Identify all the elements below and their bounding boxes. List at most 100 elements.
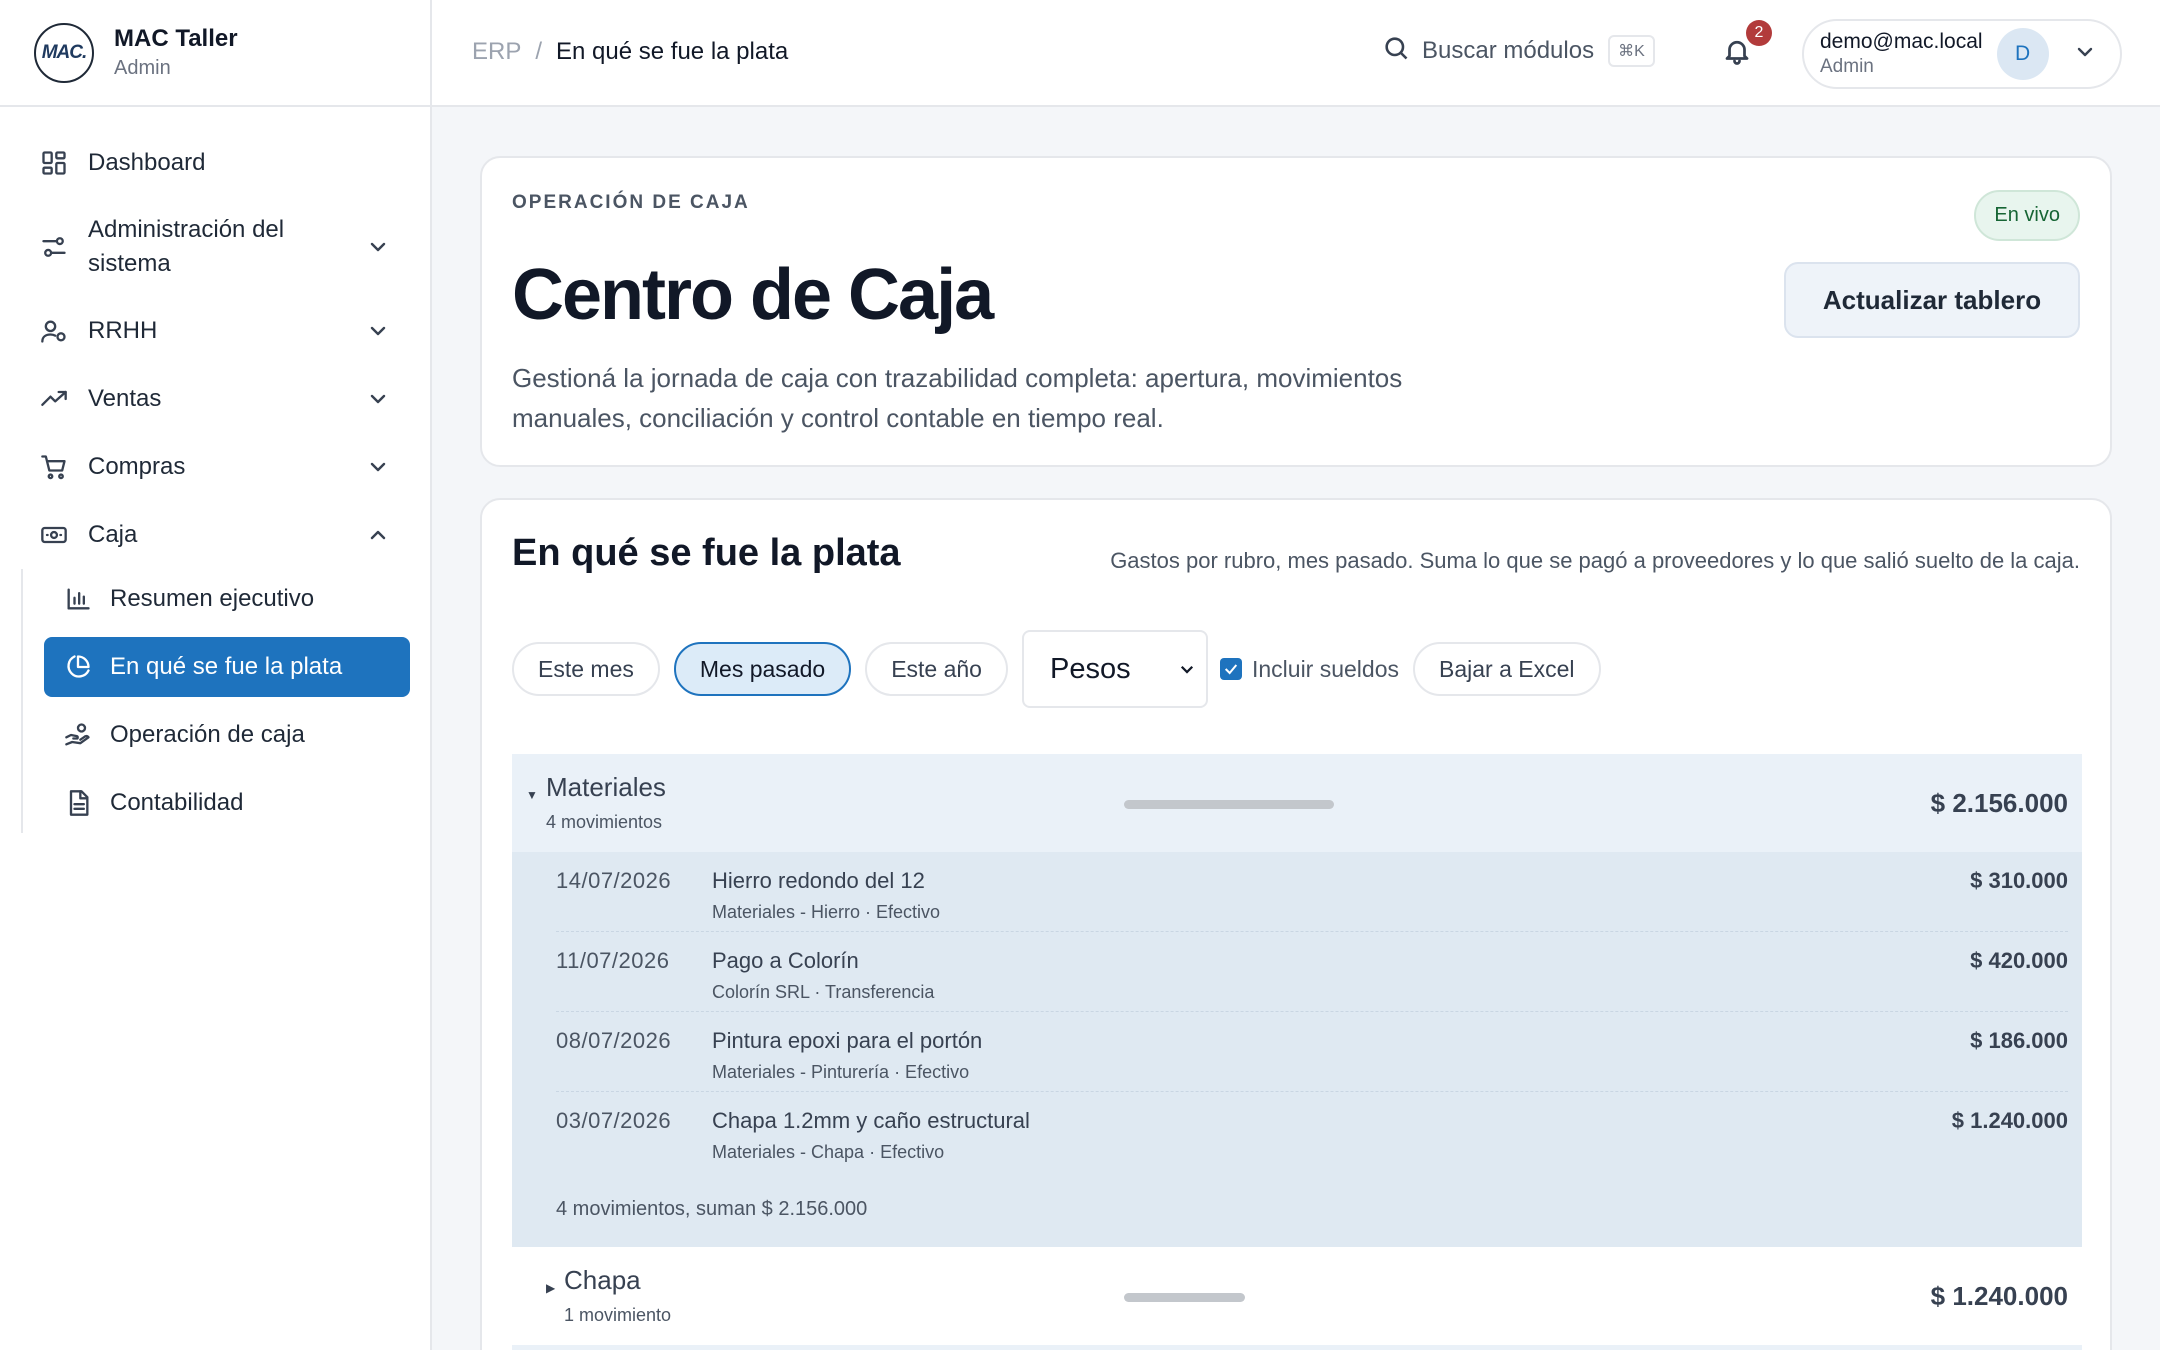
chevron-down-icon xyxy=(366,319,390,343)
user-role: Admin xyxy=(1820,56,1874,77)
sidebar-item-resumen-ejecutivo[interactable]: Resumen ejecutivo xyxy=(44,569,410,629)
movement-row[interactable]: 14/07/2026 Hierro redondo del 12 Materia… xyxy=(556,852,2068,932)
section-title: En qué se fue la plata xyxy=(512,532,901,574)
sidebar-item-compras[interactable]: Compras xyxy=(0,433,430,501)
sidebar-item-label: Operación de caja xyxy=(110,721,305,748)
filters-bar: Este mes Mes pasado Este año Pesos Inclu… xyxy=(512,630,1615,708)
sidebar: MAC. MAC Taller Admin Dashboard Administ… xyxy=(0,0,432,1350)
category-header[interactable]: ▶ Chapa 1 movimiento $ 1.240.000 xyxy=(512,1247,2082,1345)
category-total: $ 1.240.000 xyxy=(1930,1281,2068,1311)
filter-mes-pasado[interactable]: Mes pasado xyxy=(673,642,852,696)
sidebar-item-label: Dashboard xyxy=(88,149,206,176)
movement-description: Chapa 1.2mm y caño estructural xyxy=(712,1108,1030,1133)
breadcrumb-separator: / xyxy=(535,38,543,65)
dashboard-icon xyxy=(40,149,68,177)
movement-amount: $ 186.000 xyxy=(1970,1028,2068,1053)
movement-meta: Materiales - Chapa · Efectivo xyxy=(712,1142,945,1162)
brand-role: Admin xyxy=(114,57,171,79)
chevron-down-icon xyxy=(366,235,390,259)
brand: MAC. MAC Taller Admin xyxy=(0,0,430,107)
hero-card: OPERACIÓN DE CAJA En vivo Centro de Caja… xyxy=(480,156,2112,467)
chevron-down-icon xyxy=(366,455,390,479)
user-email: demo@mac.local xyxy=(1820,30,1983,53)
breadcrumb-root[interactable]: ERP xyxy=(472,38,521,66)
spending-card: En qué se fue la plata Gastos por rubro,… xyxy=(480,498,2112,1350)
filter-este-ano[interactable]: Este año xyxy=(865,642,1008,696)
sidebar-item-en-que-se-fue-la-plata[interactable]: En qué se fue la plata xyxy=(44,637,410,697)
movement-row[interactable]: 03/07/2026 Chapa 1.2mm y caño estructura… xyxy=(556,1092,2068,1172)
cart-icon xyxy=(40,453,68,481)
category-total: $ 2.156.000 xyxy=(1930,788,2068,818)
movement-meta: Materiales - Pinturería · Efectivo xyxy=(712,1062,970,1082)
topbar: ERP / En qué se fue la plata Buscar módu… xyxy=(432,0,2160,107)
search-shortcut: ⌘K xyxy=(1608,34,1655,67)
sidebar-item-label: Caja xyxy=(88,521,138,548)
movement-date: 08/07/2026 xyxy=(556,1028,672,1053)
checkbox-checked-icon xyxy=(1219,658,1242,680)
breadcrumb: ERP / En qué se fue la plata xyxy=(472,38,788,66)
sidebar-item-dashboard[interactable]: Dashboard xyxy=(0,129,430,197)
sidebar-item-contabilidad[interactable]: Contabilidad xyxy=(44,773,410,833)
page-title: Centro de Caja xyxy=(512,255,994,335)
document-icon xyxy=(64,789,92,817)
movement-row[interactable]: 08/07/2026 Pintura epoxi para el portón … xyxy=(556,1012,2068,1092)
user-info: demo@mac.local Admin xyxy=(1820,30,1983,78)
avatar: D xyxy=(1996,28,2049,80)
search-icon xyxy=(1382,34,1410,67)
category-count: 4 movimientos xyxy=(546,812,663,832)
sidebar-item-operacion-de-caja[interactable]: Operación de caja xyxy=(44,705,410,765)
movement-row[interactable]: 11/07/2026 Pago a Colorín Colorín SRL · … xyxy=(556,932,2068,1012)
sidebar-item-ventas[interactable]: Ventas xyxy=(0,365,430,433)
category-summary: 4 movimientos, suman $ 2.156.000 xyxy=(556,1198,868,1220)
movement-meta: Colorín SRL · Transferencia xyxy=(712,982,935,1002)
hero-eyebrow: OPERACIÓN DE CAJA xyxy=(512,192,750,213)
category-movements: 14/07/2026 Hierro redondo del 12 Materia… xyxy=(512,852,2082,1247)
category-name: Materiales xyxy=(546,772,666,802)
sidebar-item-label: Administración del sistema xyxy=(88,216,285,277)
caret-down-icon: ▼ xyxy=(526,788,538,802)
include-salaries-checkbox[interactable]: Incluir sueldos xyxy=(1219,655,1400,683)
user-menu[interactable]: demo@mac.local Admin D xyxy=(1802,19,2122,89)
chevron-down-icon xyxy=(366,387,390,411)
movement-amount: $ 310.000 xyxy=(1970,868,2068,893)
include-salaries-label: Incluir sueldos xyxy=(1251,655,1400,682)
currency-select[interactable]: Pesos xyxy=(1021,630,1208,708)
movement-amount: $ 1.240.000 xyxy=(1951,1108,2068,1133)
movement-date: 03/07/2026 xyxy=(556,1108,672,1133)
user-cog-icon xyxy=(40,317,68,345)
sidebar-item-caja[interactable]: Caja xyxy=(0,501,430,569)
filter-este-mes[interactable]: Este mes xyxy=(512,642,660,696)
sidebar-item-label: RRHH xyxy=(88,317,158,344)
category-header[interactable]: ▼ Materiales 4 movimientos $ 2.156.000 xyxy=(512,754,2082,852)
movement-meta: Materiales - Hierro · Efectivo xyxy=(712,902,941,922)
bar-chart-icon xyxy=(64,585,92,613)
sidebar-item-administracion[interactable]: Administración del sistema xyxy=(0,197,430,297)
movement-amount: $ 420.000 xyxy=(1970,948,2068,973)
module-search[interactable]: Buscar módulos ⌘K xyxy=(1382,34,1655,67)
refresh-dashboard-button[interactable]: Actualizar tablero xyxy=(1784,262,2080,338)
sidebar-nav: Dashboard Administración del sistema RRH… xyxy=(0,107,430,833)
category-share-bar xyxy=(1124,1293,1245,1302)
export-excel-button[interactable]: Bajar a Excel xyxy=(1413,642,1601,696)
caja-subnav: Resumen ejecutivo En qué se fue la plata… xyxy=(21,569,430,833)
movement-description: Hierro redondo del 12 xyxy=(712,868,925,893)
sidebar-item-label: Resumen ejecutivo xyxy=(110,585,315,612)
notifications-badge: 2 xyxy=(1746,20,1772,46)
section-subtitle: Gastos por rubro, mes pasado. Suma lo qu… xyxy=(1110,548,2080,573)
category-group: ▼ Materiales 4 movimientos $ 2.156.000 1… xyxy=(512,754,2082,1350)
next-category-edge xyxy=(512,1345,2082,1350)
chevron-down-icon xyxy=(1178,653,1196,686)
chevron-down-icon xyxy=(2073,40,2097,69)
brand-name: MAC Taller xyxy=(114,25,238,52)
hero-description: Gestioná la jornada de caja con trazabil… xyxy=(512,363,1403,433)
caret-right-icon: ▶ xyxy=(546,1281,556,1295)
category-name: Chapa xyxy=(564,1265,641,1295)
category-count: 1 movimiento xyxy=(564,1305,672,1325)
category-share-bar xyxy=(1124,800,1334,809)
search-label: Buscar módulos xyxy=(1422,36,1595,64)
sidebar-item-rrhh[interactable]: RRHH xyxy=(0,297,430,365)
movement-description: Pintura epoxi para el portón xyxy=(712,1028,983,1053)
movement-description: Pago a Colorín xyxy=(712,948,859,973)
pie-chart-icon xyxy=(64,653,92,681)
bell-icon xyxy=(1722,40,1752,70)
